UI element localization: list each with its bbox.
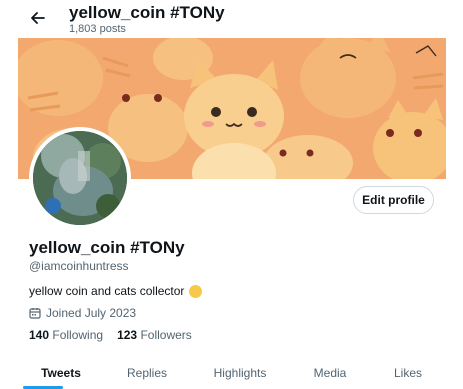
avatar-photo-image <box>33 131 127 225</box>
tab-replies[interactable]: Replies <box>104 356 190 389</box>
left-margin <box>0 0 18 389</box>
calendar-icon <box>29 308 41 319</box>
profile-bio: yellow coin and cats collector <box>29 284 203 298</box>
header-title: yellow_coin #TONy <box>69 3 225 22</box>
yellow-coin-emoji-icon <box>189 284 203 298</box>
profile-header: yellow_coin #TONy 1,803 posts <box>18 0 446 38</box>
back-button[interactable] <box>26 6 50 30</box>
profile-handle: @iamcoinhuntress <box>29 259 129 273</box>
joined-text: Joined July 2023 <box>46 306 137 320</box>
follow-stats: 140 Following 123 Followers <box>29 328 192 342</box>
arrow-left-icon <box>31 12 45 24</box>
following-link[interactable]: 140 Following <box>29 328 103 342</box>
posts-count: 1,803 posts <box>69 23 126 35</box>
bio-text: yellow coin and cats collector <box>29 284 185 298</box>
tab-likes[interactable]: Likes <box>370 356 446 389</box>
tab-media[interactable]: Media <box>290 356 370 389</box>
tab-tweets[interactable]: Tweets <box>18 356 104 389</box>
profile-avatar[interactable] <box>29 127 131 229</box>
following-label: Following <box>52 328 104 342</box>
followers-count: 123 <box>117 328 138 342</box>
profile-display-name: yellow_coin #TONy <box>29 238 185 257</box>
tab-highlights[interactable]: Highlights <box>190 356 290 389</box>
joined-date: Joined July 2023 <box>29 306 136 320</box>
following-count: 140 <box>29 328 50 342</box>
followers-label: Followers <box>140 328 192 342</box>
followers-link[interactable]: 123 Followers <box>117 328 192 342</box>
right-margin <box>446 0 463 389</box>
profile-tabs: Tweets Replies Highlights Media Likes <box>18 356 446 389</box>
edit-profile-button[interactable]: Edit profile <box>353 186 434 214</box>
